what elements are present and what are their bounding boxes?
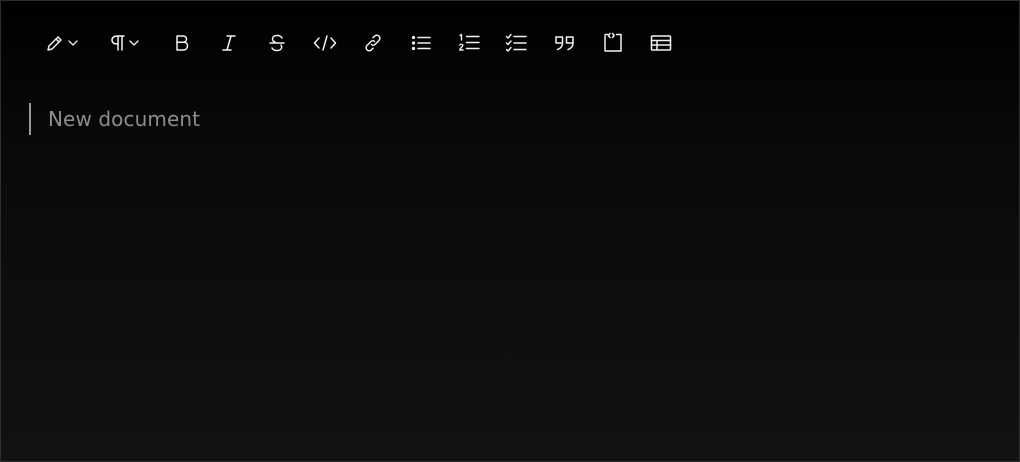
document-placeholder[interactable]: New document xyxy=(48,107,200,131)
ordered-list-icon xyxy=(458,33,480,53)
blockquote-button[interactable] xyxy=(549,29,581,57)
link-button[interactable] xyxy=(357,29,389,57)
chevron-down-icon xyxy=(68,39,78,47)
strikethrough-button[interactable] xyxy=(261,29,293,57)
strikethrough-icon xyxy=(268,33,286,53)
formatting-toolbar xyxy=(1,1,1019,85)
pilcrow-icon xyxy=(108,33,126,53)
task-list-button[interactable] xyxy=(500,29,532,57)
quote-icon xyxy=(554,34,576,52)
code-block-icon xyxy=(602,32,624,54)
bullet-list-icon xyxy=(411,34,431,52)
code-icon xyxy=(313,34,337,52)
italic-button[interactable] xyxy=(213,29,245,57)
chevron-down-icon xyxy=(129,39,139,47)
bullet-list-button[interactable] xyxy=(405,29,437,57)
bold-icon xyxy=(174,34,190,52)
highlight-dropdown-button[interactable] xyxy=(41,29,85,57)
table-button[interactable] xyxy=(645,29,677,57)
checklist-icon xyxy=(505,33,527,53)
inline-code-button[interactable] xyxy=(309,29,341,57)
text-cursor xyxy=(29,103,31,135)
document-body[interactable]: New document xyxy=(29,102,991,136)
paragraph-dropdown-button[interactable] xyxy=(104,29,148,57)
editor-window: New document xyxy=(0,0,1020,462)
pencil-icon xyxy=(45,33,65,53)
code-block-button[interactable] xyxy=(597,29,629,57)
ordered-list-button[interactable] xyxy=(453,29,485,57)
bold-button[interactable] xyxy=(166,29,198,57)
table-icon xyxy=(650,34,672,52)
italic-icon xyxy=(221,34,237,52)
link-icon xyxy=(362,32,384,54)
